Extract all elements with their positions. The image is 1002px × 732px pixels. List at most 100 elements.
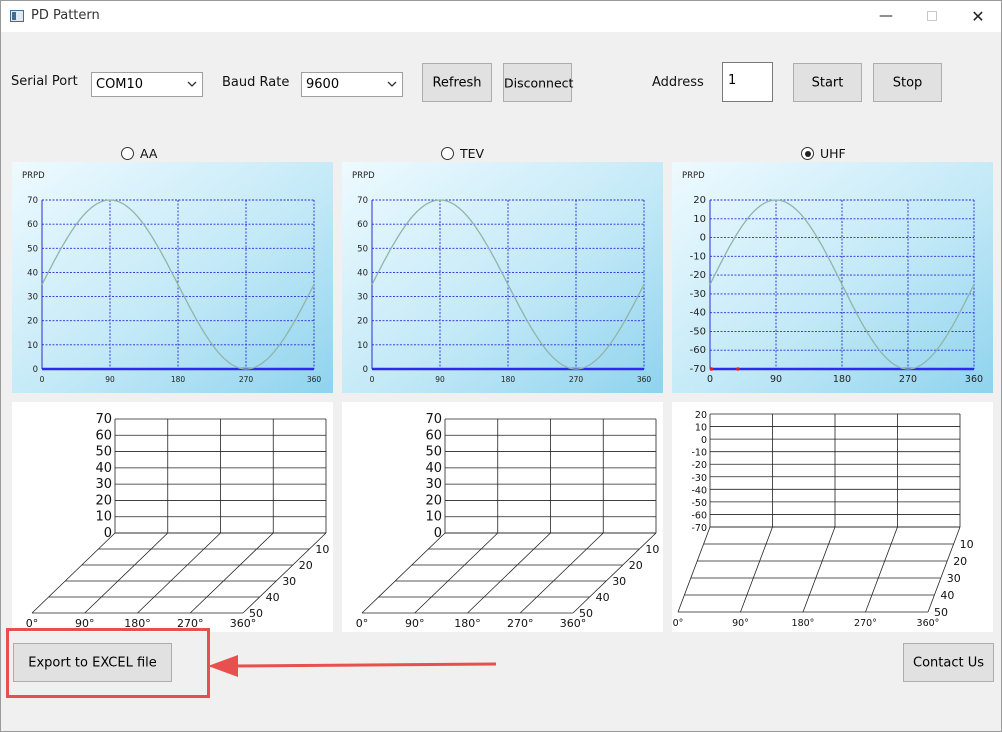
x-tick-label: 270 (569, 375, 584, 384)
prpd-chart-aa: PRPD 0 10 20 30 40 50 60 70 0 90 180 270 360 (12, 162, 333, 393)
z-tick-label: 70 (95, 412, 112, 427)
chevron-down-icon (387, 81, 397, 87)
radio-aa[interactable]: AA (121, 146, 157, 161)
x-tick-label: 360 (307, 375, 322, 384)
x-tick-label: 360 (637, 375, 652, 384)
y-tick-label: -70 (690, 364, 706, 375)
y-tick-label: 60 (27, 220, 38, 230)
depth-tick-label: 40 (266, 591, 280, 604)
x-tick-label: 360° (917, 618, 940, 629)
app-window: PD Pattern — ✕ Serial Port COM10 Baud Ra… (0, 0, 1002, 732)
data-point (736, 367, 740, 371)
depth-tick-label: 40 (596, 591, 610, 604)
z-tick-label: 0 (434, 526, 442, 541)
z-tick-label: 40 (425, 461, 442, 476)
serial-port-select[interactable]: COM10 (91, 72, 203, 97)
depth-tick-label: 30 (947, 572, 961, 585)
y-tick-label: 60 (357, 220, 368, 230)
stop-button[interactable]: Stop (873, 63, 942, 102)
z-tick-label: 50 (95, 445, 112, 460)
pattern-3d-tev: 0 10 20 30 40 50 60 70 10 20 30 40 50 0° 90° 180° 270° 36… (342, 402, 663, 632)
floor-depth-line (189, 532, 274, 614)
depth-tick-label: 10 (960, 538, 974, 551)
z-tick-label: -30 (691, 473, 707, 484)
radio-circle (121, 147, 134, 160)
prpd-chart-uhf: PRPD -70 -60 -50 -40 -30 -20 -10 0 10 20 0 90 180 270 3… (672, 162, 993, 393)
y-tick-label: 50 (357, 244, 368, 254)
z-tick-label: 0 (104, 526, 112, 541)
radio-uhf[interactable]: UHF (801, 146, 846, 161)
floor-depth-line (84, 532, 169, 614)
start-button[interactable]: Start (793, 63, 862, 102)
x-tick-label: 90° (732, 618, 749, 629)
z-tick-label: 20 (95, 493, 112, 508)
x-tick-label: 270° (854, 618, 877, 629)
floor-depth-line (677, 526, 711, 613)
annotation-arrow-icon (208, 655, 497, 677)
x-tick-label: 360° (230, 617, 257, 630)
z-tick-label: 70 (425, 412, 442, 427)
depth-tick-label: 10 (315, 543, 329, 556)
disconnect-button[interactable]: Disconnect (503, 63, 573, 102)
z-tick-label: 60 (95, 428, 112, 443)
z-tick-label: 10 (95, 510, 112, 525)
y-tick-label: 30 (27, 293, 38, 303)
floor-depth-line (31, 532, 116, 614)
refresh-button[interactable]: Refresh (422, 63, 492, 102)
depth-tick-label: 30 (612, 575, 626, 588)
address-input[interactable]: 1 (722, 62, 773, 102)
z-tick-label: 40 (95, 461, 112, 476)
y-tick-label: 70 (27, 196, 38, 206)
minimize-button[interactable]: — (863, 1, 909, 32)
y-tick-label: -40 (690, 308, 706, 319)
contact-us-button[interactable]: Contact Us (903, 643, 994, 682)
radio-tev[interactable]: TEV (441, 146, 484, 161)
z-tick-label: -10 (691, 448, 707, 459)
baud-rate-select[interactable]: 9600 (301, 72, 403, 97)
y-tick-label: -30 (690, 289, 706, 300)
window-title: PD Pattern (31, 8, 100, 23)
floor-depth-line (137, 532, 221, 614)
depth-tick-label: 30 (282, 575, 296, 588)
x-tick-label: 180 (501, 375, 516, 384)
y-tick-label: -60 (690, 345, 706, 356)
z-tick-label: 30 (425, 477, 442, 492)
x-tick-label: 180 (171, 375, 186, 384)
y-tick-label: -10 (690, 251, 706, 262)
floor-depth-line (414, 532, 499, 614)
x-tick-label: 180° (454, 617, 481, 630)
y-tick-label: 40 (357, 268, 368, 278)
prpd-chart-tev: PRPD 0 10 20 30 40 50 60 70 0 90 180 270 360 (342, 162, 663, 393)
chart-title: PRPD (22, 171, 45, 181)
floor-depth-line (519, 532, 604, 614)
pattern-3d-uhf: -70 -60 -50 -40 -30 -20 -10 0 10 20 10 20 30 40 50 0° 90… (672, 402, 993, 632)
floor-depth-line (242, 532, 327, 614)
y-tick-label: 30 (357, 293, 368, 303)
z-tick-label: -40 (691, 485, 707, 496)
x-tick-label: 0° (673, 618, 684, 629)
z-tick-label: 20 (425, 493, 442, 508)
chart-background (342, 162, 663, 393)
app-icon (10, 10, 24, 22)
floor-depth-line (865, 526, 898, 613)
baud-rate-label: Baud Rate (222, 75, 290, 90)
pattern-3d-aa: 0 10 20 30 40 50 60 70 10 20 30 40 50 0° 90° 180° 270° 36… (12, 402, 333, 632)
z-tick-label: 60 (425, 428, 442, 443)
z-tick-label: 20 (695, 410, 707, 421)
chart-background (672, 162, 993, 393)
y-tick-label: 70 (357, 196, 368, 206)
x-tick-label: 360° (560, 617, 587, 630)
x-tick-label: 90° (405, 617, 425, 630)
address-label: Address (652, 75, 704, 90)
serial-port-label: Serial Port (11, 74, 78, 89)
z-tick-label: -20 (691, 460, 707, 471)
title-bar: PD Pattern — ✕ (1, 1, 1001, 32)
x-tick-label: 90 (105, 375, 115, 384)
close-button[interactable]: ✕ (955, 1, 1001, 32)
y-tick-label: -20 (690, 270, 706, 281)
y-tick-label: -50 (690, 326, 706, 337)
z-tick-label: -70 (691, 523, 707, 534)
chart-title: PRPD (682, 171, 705, 181)
maximize-button[interactable] (909, 1, 955, 32)
highlight-annotation (6, 628, 210, 698)
